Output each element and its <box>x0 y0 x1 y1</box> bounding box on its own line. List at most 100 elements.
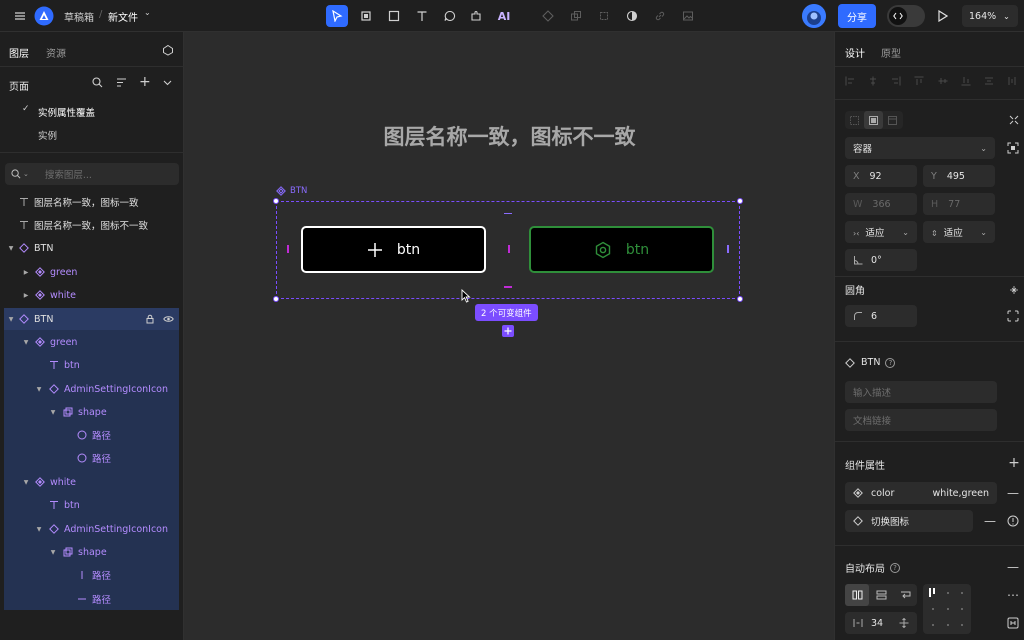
prop-swap-icon-row[interactable]: 切换图标 <box>845 510 973 532</box>
move-tool-icon[interactable] <box>326 5 348 27</box>
layer-row[interactable]: ▼ shape <box>4 401 179 423</box>
tab-layers[interactable]: 图层 <box>9 45 29 60</box>
layer-row[interactable]: 路径 <box>4 564 179 586</box>
variant-count-badge[interactable]: 2 个可变组件 <box>475 304 538 321</box>
layer-row[interactable]: ▼ AdminSettingIconIcon <box>4 518 179 540</box>
doc-link-input[interactable]: 文档链接 <box>845 409 997 431</box>
align-left-icon[interactable] <box>845 76 855 90</box>
more-options-icon[interactable]: ⋯ <box>1006 588 1020 602</box>
sort-icon[interactable] <box>116 77 127 88</box>
canvas-title-text[interactable]: 图层名称一致，图标不一致 <box>185 121 834 151</box>
lock-icon[interactable] <box>145 314 155 324</box>
x-field[interactable]: X 92 <box>845 165 917 187</box>
expand-arrow-icon[interactable]: ▼ <box>7 245 15 252</box>
gap-field[interactable]: 34 <box>845 612 917 634</box>
file-name[interactable]: 新文件 <box>108 9 138 24</box>
dev-mode-toggle[interactable] <box>887 5 925 27</box>
mask-icon[interactable] <box>622 6 642 26</box>
align-bottom-icon[interactable] <box>961 76 971 90</box>
container-type-select[interactable]: 容器 ⌄ <box>845 137 995 159</box>
resize-handle[interactable] <box>737 198 743 204</box>
tab-assets[interactable]: 资源 <box>46 45 66 60</box>
page-item-instance[interactable]: 实例 <box>38 128 57 142</box>
layer-row[interactable]: ▼ BTN <box>4 237 179 259</box>
horizontal-layout-icon[interactable] <box>845 584 869 606</box>
alignment-grid[interactable] <box>923 584 971 634</box>
radius-field[interactable]: 6 <box>845 305 917 327</box>
plugin-tool-icon[interactable] <box>466 6 486 26</box>
layer-search-field[interactable]: ⌄ 搜索图层... <box>5 163 179 185</box>
layer-row[interactable]: 路径 <box>4 447 179 469</box>
align-center-icon[interactable] <box>868 76 878 90</box>
layer-row[interactable]: ▼ white <box>4 471 179 493</box>
align-middle-icon[interactable] <box>938 76 948 90</box>
layer-row[interactable]: ▼ AdminSettingIconIcon <box>4 378 179 400</box>
prop-color-row[interactable]: color white,green <box>845 482 997 504</box>
component-icon[interactable] <box>538 6 558 26</box>
frame-tool-icon[interactable] <box>356 6 376 26</box>
chevron-down-icon[interactable] <box>162 77 173 88</box>
vertical-resize-select[interactable]: ⇕ 适应 ⌄ <box>923 221 995 243</box>
frame-label[interactable]: BTN <box>276 186 307 196</box>
layer-row[interactable]: ▶ green <box>4 261 179 283</box>
layer-row[interactable]: btn <box>4 494 179 516</box>
page-item-instance-override[interactable]: 实例属性覆盖 <box>38 105 95 119</box>
eye-icon[interactable] <box>163 314 174 324</box>
corners-expand-icon[interactable] <box>1006 309 1020 323</box>
rectangle-tool-icon[interactable] <box>384 6 404 26</box>
avatar[interactable] <box>802 4 826 28</box>
tab-design[interactable]: 设计 <box>845 45 865 60</box>
layer-row[interactable]: 图层名称一致，图标不一致 <box>4 214 179 236</box>
y-field[interactable]: Y 495 <box>923 165 995 187</box>
play-icon[interactable] <box>933 6 953 26</box>
expand-arrow-icon[interactable]: ▼ <box>49 549 57 556</box>
btn-green-variant[interactable]: btn <box>529 226 714 273</box>
expand-arrow-icon[interactable]: ▼ <box>35 386 43 393</box>
layer-row[interactable]: 路径 <box>4 424 179 446</box>
vertical-layout-icon[interactable] <box>869 584 893 606</box>
expand-arrow-icon[interactable]: ▶ <box>22 269 30 276</box>
image-icon[interactable] <box>678 6 698 26</box>
chevron-down-icon[interactable]: ⌄ <box>144 8 151 17</box>
align-top-icon[interactable] <box>914 76 924 90</box>
expand-arrow-icon[interactable]: ▼ <box>49 409 57 416</box>
rotation-field[interactable]: 0° <box>845 249 917 271</box>
horizontal-resize-select[interactable]: ›‹ 适应 ⌄ <box>845 221 917 243</box>
frame-page-icon[interactable] <box>883 111 902 129</box>
layer-row[interactable]: ▶ white <box>4 284 179 306</box>
remove-autolayout-icon[interactable]: — <box>1006 560 1020 574</box>
layer-row-selected[interactable]: ▼ BTN <box>4 308 179 330</box>
align-right-icon[interactable] <box>891 76 901 90</box>
boolean-icon[interactable] <box>566 6 586 26</box>
help-icon[interactable]: ? <box>890 562 900 573</box>
remove-prop-icon[interactable]: — <box>1006 486 1020 500</box>
help-icon[interactable]: ? <box>885 357 896 368</box>
resize-handle[interactable] <box>273 198 279 204</box>
focus-frame-icon[interactable] <box>1006 141 1020 155</box>
padding-toggle-icon[interactable] <box>1006 616 1020 630</box>
search-icon[interactable] <box>92 77 103 88</box>
frame-fixed-icon[interactable] <box>864 111 883 129</box>
expand-arrow-icon[interactable]: ▶ <box>22 292 30 299</box>
menu-icon[interactable] <box>10 6 30 26</box>
expand-arrow-icon[interactable]: ▼ <box>7 316 15 323</box>
auto-gap-icon[interactable] <box>899 618 909 628</box>
height-field[interactable]: H 77 <box>923 193 995 215</box>
info-icon[interactable] <box>1006 514 1020 528</box>
layer-row[interactable]: ▼ shape <box>4 541 179 563</box>
library-icon[interactable] <box>162 44 174 56</box>
layer-row[interactable]: btn <box>4 354 179 376</box>
tab-prototype[interactable]: 原型 <box>881 45 901 60</box>
add-variant-button[interactable] <box>502 325 514 337</box>
resize-handle[interactable] <box>737 296 743 302</box>
autolayout-direction-toggle[interactable] <box>845 584 917 606</box>
wrap-layout-icon[interactable] <box>893 584 917 606</box>
layer-row[interactable]: 路径 <box>4 588 179 610</box>
remove-prop-icon[interactable]: — <box>983 514 997 528</box>
layer-row[interactable]: ▼ green <box>4 331 179 353</box>
expand-arrow-icon[interactable]: ▼ <box>22 479 30 486</box>
frame-free-icon[interactable] <box>845 111 864 129</box>
drafts-link[interactable]: 草稿箱 <box>64 9 94 24</box>
expand-arrow-icon[interactable]: ▼ <box>22 339 30 346</box>
link-icon[interactable] <box>650 6 670 26</box>
